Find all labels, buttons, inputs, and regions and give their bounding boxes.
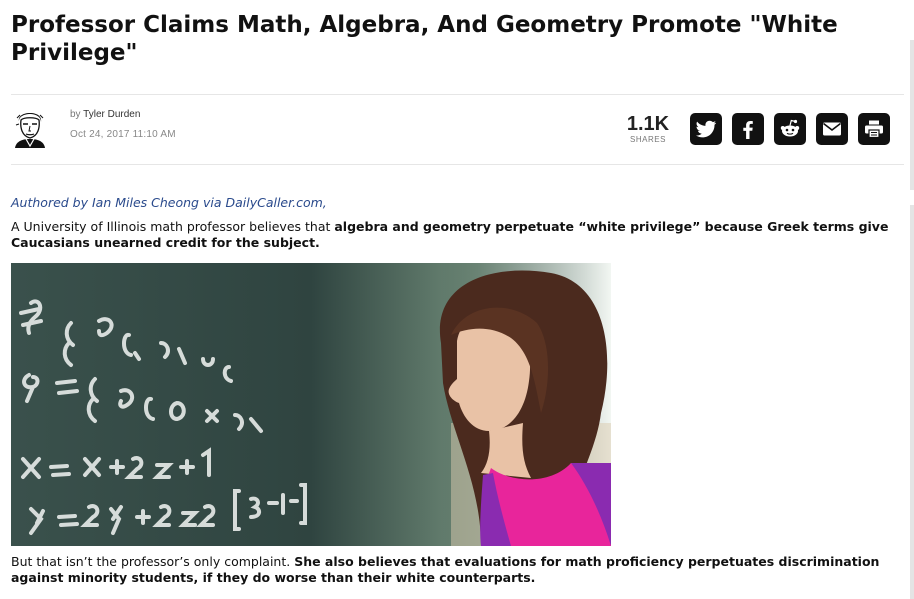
reddit-icon — [780, 119, 800, 137]
email-share-button[interactable] — [816, 113, 848, 145]
twitter-icon — [696, 120, 716, 138]
share-count: 1.1K SHARES — [623, 114, 673, 144]
share-buttons — [690, 113, 890, 145]
share-count-number: 1.1K — [626, 113, 670, 135]
attribution-link[interactable]: Authored by Ian Miles Cheong via DailyCa… — [11, 195, 327, 210]
paragraph-intro: A University of Illinois math professor … — [11, 219, 891, 251]
article-photo — [11, 263, 611, 546]
byline-row: by Tyler Durden Oct 24, 2017 11:10 AM 1.… — [11, 96, 913, 164]
share-count-label: SHARES — [630, 135, 666, 144]
author-link[interactable]: Tyler Durden — [83, 109, 140, 120]
byline-meta: by Tyler Durden Oct 24, 2017 11:10 AM — [70, 109, 176, 140]
email-icon — [823, 122, 841, 136]
print-button[interactable] — [858, 113, 890, 145]
divider — [11, 164, 913, 165]
print-icon — [865, 120, 883, 139]
article-title: Professor Claims Math, Algebra, And Geom… — [11, 12, 838, 66]
reddit-share-button[interactable] — [774, 113, 806, 145]
scrollbar-segment — [910, 205, 914, 599]
paragraph-intro-text: A University of Illinois math professor … — [11, 219, 335, 234]
scrollbar-segment — [910, 40, 914, 190]
twitter-share-button[interactable] — [690, 113, 722, 145]
paragraph-second: But that isn’t the professor’s only comp… — [11, 554, 891, 586]
paragraph-second-text: But that isn’t the professor’s only comp… — [11, 554, 295, 569]
facebook-share-button[interactable] — [732, 113, 764, 145]
author-avatar[interactable] — [11, 108, 49, 148]
publish-date: Oct 24, 2017 11:10 AM — [70, 129, 176, 140]
byline: by Tyler Durden — [70, 109, 176, 120]
scrollbar[interactable] — [904, 0, 914, 599]
byline-prefix: by — [70, 109, 81, 120]
divider — [11, 94, 913, 95]
facebook-icon — [743, 121, 753, 139]
